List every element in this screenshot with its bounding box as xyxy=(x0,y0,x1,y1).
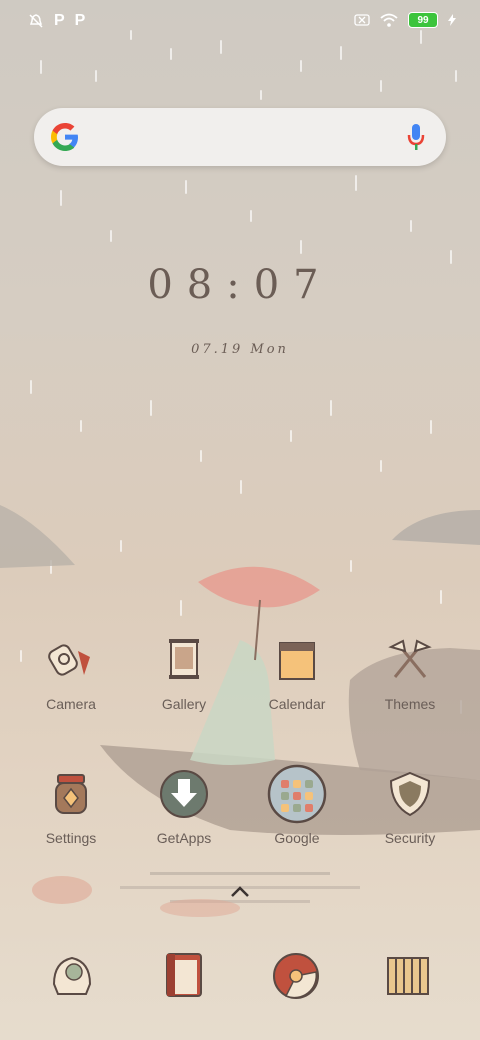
app-getapps[interactable]: GetApps xyxy=(134,764,234,846)
app-label: Calendar xyxy=(268,696,326,712)
p-icon: P xyxy=(54,12,65,29)
browser-icon xyxy=(273,953,319,999)
p-icon: P xyxy=(74,12,86,29)
app-drawer-icon xyxy=(387,957,429,995)
battery-icon: 99 xyxy=(408,12,438,28)
sim-off-icon xyxy=(354,14,370,26)
app-label: Google xyxy=(274,830,320,846)
messages-icon xyxy=(166,953,202,997)
app-label: Settings xyxy=(45,830,97,846)
settings-icon xyxy=(55,774,87,814)
app-label: Security xyxy=(384,830,436,846)
wifi-icon xyxy=(380,13,398,27)
app-security[interactable]: Security xyxy=(360,764,460,846)
app-settings[interactable]: Settings xyxy=(21,764,121,846)
clock-time[interactable]: 08:07 xyxy=(0,262,480,308)
app-google-folder[interactable]: Google xyxy=(247,764,347,846)
clock-date: 07.19 Mon xyxy=(191,342,289,357)
app-themes[interactable]: Themes xyxy=(360,630,460,712)
dock-phone[interactable] xyxy=(42,946,102,1006)
gallery-icon xyxy=(169,639,199,679)
notification-off-icon xyxy=(29,14,43,28)
app-label: Camera xyxy=(46,696,96,712)
app-gallery[interactable]: Gallery xyxy=(134,630,234,712)
security-icon xyxy=(389,771,431,817)
chevron-up-icon[interactable] xyxy=(228,884,252,900)
dock-browser[interactable] xyxy=(266,946,326,1006)
camera-icon xyxy=(48,644,90,676)
mic-icon[interactable] xyxy=(406,122,426,152)
themes-icon xyxy=(388,639,432,678)
app-label: Gallery xyxy=(161,696,207,712)
app-camera[interactable]: Camera xyxy=(21,630,121,712)
charging-icon xyxy=(448,14,456,26)
getapps-icon xyxy=(160,770,208,818)
google-search-bar[interactable] xyxy=(34,108,446,166)
dock-messages[interactable] xyxy=(154,946,214,1006)
status-bar: P P 99 xyxy=(0,0,480,44)
dock-app-drawer[interactable] xyxy=(378,946,438,1006)
app-label: Themes xyxy=(384,696,436,712)
calendar-icon xyxy=(279,642,315,680)
app-label: GetApps xyxy=(156,830,212,846)
app-calendar[interactable]: Calendar xyxy=(247,630,347,712)
google-logo-icon xyxy=(51,123,78,151)
google-folder-icon xyxy=(267,764,327,824)
phone-icon xyxy=(52,956,92,995)
